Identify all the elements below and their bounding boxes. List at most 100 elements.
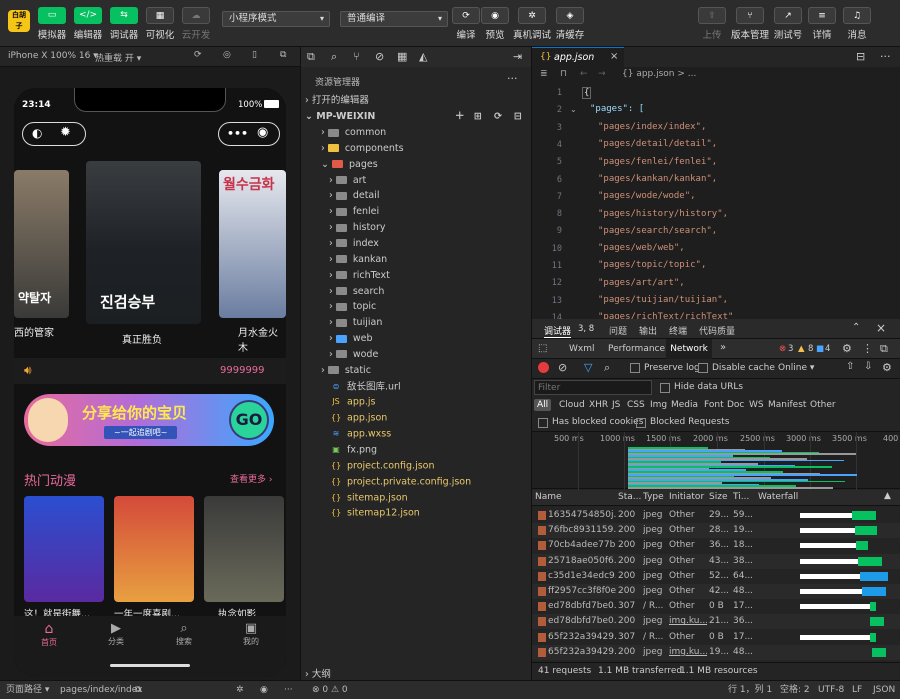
refresh-icon[interactable]: ⟳ (494, 109, 502, 125)
dock-icon[interactable]: ⧉ (880, 342, 888, 356)
bookmark-icon[interactable]: ⊓ (560, 69, 567, 79)
export-icon[interactable]: ⇩ (864, 361, 872, 372)
clear-icon[interactable]: ⊘ (558, 361, 567, 374)
folder-item[interactable]: › search (301, 284, 532, 300)
record-icon[interactable]: ◎ (223, 50, 231, 60)
close-icon[interactable]: × (876, 321, 886, 335)
show-poster-2[interactable] (114, 496, 194, 602)
fold-icon[interactable]: ⌄ (570, 105, 577, 114)
table-row[interactable]: 76fbc8931159... 200 jpeg Other 28... 19... (532, 523, 900, 539)
panel-performance[interactable]: Performance (608, 344, 665, 354)
table-row[interactable]: c35d1e34edc9... 200 jpeg Other 52... 64... (532, 568, 900, 584)
go-button[interactable]: GO (229, 400, 269, 440)
carousel-poster-main[interactable]: 진검승부 (86, 161, 201, 324)
file-item[interactable]: {} sitemap12.json (301, 505, 532, 521)
copy-icon[interactable]: ⧉ (135, 681, 141, 699)
theme-toggle[interactable]: ◐ ✹ (22, 122, 86, 146)
list-icon[interactable]: ≣ (540, 69, 548, 79)
throttle-select[interactable]: Online ▾ (778, 363, 814, 373)
problems-count[interactable]: ⊗ 0 ⚠ 0 (312, 681, 348, 699)
folder-item[interactable]: › web (301, 331, 532, 347)
docker-icon[interactable]: ◭ (419, 50, 427, 63)
folder-item[interactable]: › components (301, 141, 532, 157)
folder-item[interactable]: › tuijian (301, 315, 532, 331)
show-poster-3[interactable] (204, 496, 284, 602)
tab-app-json[interactable]: {} app.json × (532, 47, 624, 67)
chevron-up-icon[interactable]: ⌃ (852, 322, 860, 333)
table-row[interactable]: 65f232a39429... 200 jpeg img.ku... 19... 48..… (532, 644, 900, 660)
carousel-poster-left[interactable]: 약탈자 (14, 170, 69, 318)
file-item[interactable]: ▣ fx.png (301, 442, 532, 458)
tab-mine[interactable]: ▣ 我的 (236, 621, 266, 647)
version-control-button[interactable]: ⑂ 版本管理 (731, 7, 769, 41)
file-item[interactable]: {} sitemap.json (301, 490, 532, 506)
type-filter-cloud[interactable]: Cloud (556, 399, 588, 411)
git-icon[interactable]: ⑂ (353, 50, 360, 63)
forward-icon[interactable]: → (598, 69, 606, 79)
cell-name[interactable]: ed78dbfd7be0... (548, 599, 616, 614)
phone-icon[interactable]: ▯ (252, 50, 257, 60)
sun-icon[interactable]: ✹ (60, 125, 71, 140)
gear-icon[interactable]: ⚙ (842, 342, 852, 355)
folder-item[interactable]: › wode (301, 347, 532, 363)
file-item[interactable]: ⊜ 敌长图库.url (301, 379, 532, 395)
folder-item[interactable]: › topic (301, 299, 532, 315)
folder-item[interactable]: › detail (301, 188, 532, 204)
carousel-poster-right[interactable]: 월수금화 (219, 170, 286, 318)
cell-name[interactable]: 65f232a39429... (548, 630, 616, 645)
cell-name[interactable]: 65f232a39429... (548, 645, 616, 660)
extensions-icon[interactable]: ▦ (397, 50, 407, 63)
mode-select[interactable]: 小程序模式 (222, 11, 330, 27)
tab-debugger[interactable]: 调试器 (544, 324, 572, 338)
page-path-select[interactable]: 页面路径 ▾ (6, 681, 49, 699)
hot-reload-select[interactable]: 热重载 开 ▾ (95, 51, 141, 64)
capsule-menu[interactable]: ••• ◉ (218, 122, 280, 146)
table-row[interactable]: 65f232a39429... 307 / R... Other 0 B 17... (532, 629, 900, 645)
project-section[interactable]: ⌄ MP-WEIXIN ＋ ⊞ ⟳ ⊟ (301, 109, 532, 125)
cell-name[interactable]: ed78dbfd7be0... (548, 614, 616, 629)
file-item[interactable]: JS app.js (301, 394, 532, 410)
network-settings-icon[interactable]: ⚙ (882, 361, 892, 374)
cell-name[interactable]: 76fbc8931159... (548, 523, 616, 538)
tab-problems[interactable]: 问题 (609, 324, 627, 337)
close-icon[interactable]: × (610, 51, 618, 62)
table-row[interactable]: ed78dbfd7be0... 307 / R... Other 0 B 17... (532, 599, 900, 615)
filter-icon[interactable]: ▽ (584, 361, 592, 374)
folder-item[interactable]: › richText (301, 268, 532, 284)
back-icon[interactable]: ← (580, 69, 588, 79)
type-filter-img[interactable]: Img (647, 399, 670, 411)
folder-item[interactable]: › kankan (301, 252, 532, 268)
panel-network[interactable]: Network (666, 339, 712, 359)
tab-search[interactable]: ⌕ 搜索 (169, 621, 199, 647)
tab-terminal[interactable]: 终端 (669, 324, 687, 337)
collapse-icon[interactable]: ⊟ (514, 109, 522, 125)
see-more-link[interactable]: 查看更多 › (230, 472, 272, 485)
type-filter-js[interactable]: JS (609, 399, 623, 411)
messages-button[interactable]: ♫ 消息 (839, 7, 875, 41)
folder-item[interactable]: › common (301, 125, 532, 141)
blocked-cookies-checkbox[interactable] (538, 418, 548, 428)
more-icon[interactable]: ··· (880, 50, 891, 63)
show-poster-1[interactable] (24, 496, 104, 602)
eol[interactable]: LF (852, 681, 862, 699)
cell-name[interactable]: 25718ae050f6... (548, 554, 616, 569)
file-item[interactable]: {} project.private.config.json (301, 474, 532, 490)
popout-icon[interactable]: ⧉ (280, 50, 286, 60)
panel-wxml[interactable]: Wxml (569, 344, 595, 354)
encoding[interactable]: UTF-8 (818, 681, 844, 699)
file-item[interactable]: {} project.config.json (301, 458, 532, 474)
more-icon[interactable]: ••• (227, 127, 248, 140)
open-editors-section[interactable]: › 打开的编辑器 (301, 93, 532, 109)
file-item[interactable]: ≋ app.wxss (301, 426, 532, 442)
folder-item[interactable]: › index (301, 236, 532, 252)
disable-cache-checkbox[interactable] (698, 363, 708, 373)
bug-icon[interactable]: ✲ (236, 681, 244, 699)
tab-output[interactable]: 输出 (639, 324, 657, 337)
close-mini-icon[interactable]: ◉ (257, 125, 268, 140)
type-filter-css[interactable]: CSS (624, 399, 648, 411)
blocked-requests-checkbox[interactable] (636, 418, 646, 428)
more-icon[interactable]: ··· (507, 72, 518, 85)
new-file-icon[interactable]: ＋ (455, 109, 465, 125)
folder-item[interactable]: › static (301, 363, 532, 379)
table-row[interactable]: 16354754850j... 200 jpeg Other 29... 59... (532, 508, 900, 523)
